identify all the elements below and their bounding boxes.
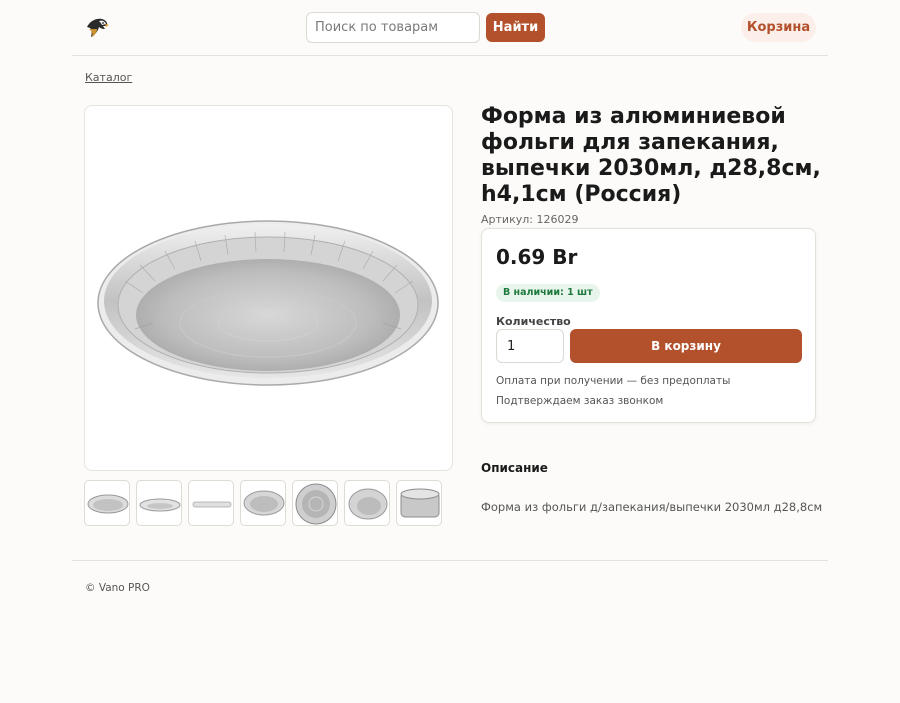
product-thumbnail[interactable] <box>396 480 442 526</box>
stock-badge: В наличии: 1 шт <box>496 284 600 302</box>
footer-divider <box>72 560 828 561</box>
confirmation-note: Подтверждаем заказ звонком <box>496 395 664 407</box>
cart-link[interactable]: Корзина <box>741 13 816 42</box>
footer-copyright: © Vano PRO <box>85 582 150 594</box>
description-heading: Описание <box>481 461 548 475</box>
description-text: Форма из фольги д/запекания/выпечки 2030… <box>481 500 823 514</box>
product-thumbnail[interactable] <box>136 480 182 526</box>
quantity-input[interactable] <box>496 329 564 363</box>
product-thumbnail[interactable] <box>292 480 338 526</box>
purchase-card: 0.69 Br В наличии: 1 шт Количество В кор… <box>481 228 816 423</box>
product-thumbnail[interactable] <box>344 480 390 526</box>
search-button[interactable]: Найти <box>486 13 545 42</box>
site-header: Найти Корзина <box>72 0 828 56</box>
product-thumbnail[interactable] <box>188 480 234 526</box>
product-title: Форма из алюминиевой фольги для запекани… <box>481 104 821 207</box>
product-main-image[interactable] <box>84 105 453 471</box>
quantity-label: Количество <box>496 315 571 328</box>
product-thumbnail[interactable] <box>240 480 286 526</box>
search-input[interactable] <box>306 12 480 43</box>
product-thumbnail[interactable] <box>84 480 130 526</box>
eagle-logo-icon[interactable] <box>84 15 110 41</box>
add-to-cart-button[interactable]: В корзину <box>570 329 802 363</box>
breadcrumb-catalog-link[interactable]: Каталог <box>85 71 132 84</box>
thumbnail-strip <box>84 480 444 526</box>
product-sku: Артикул: 126029 <box>481 213 579 226</box>
payment-note: Оплата при получении — без предоплаты <box>496 375 731 387</box>
product-price: 0.69 Br <box>496 245 578 269</box>
